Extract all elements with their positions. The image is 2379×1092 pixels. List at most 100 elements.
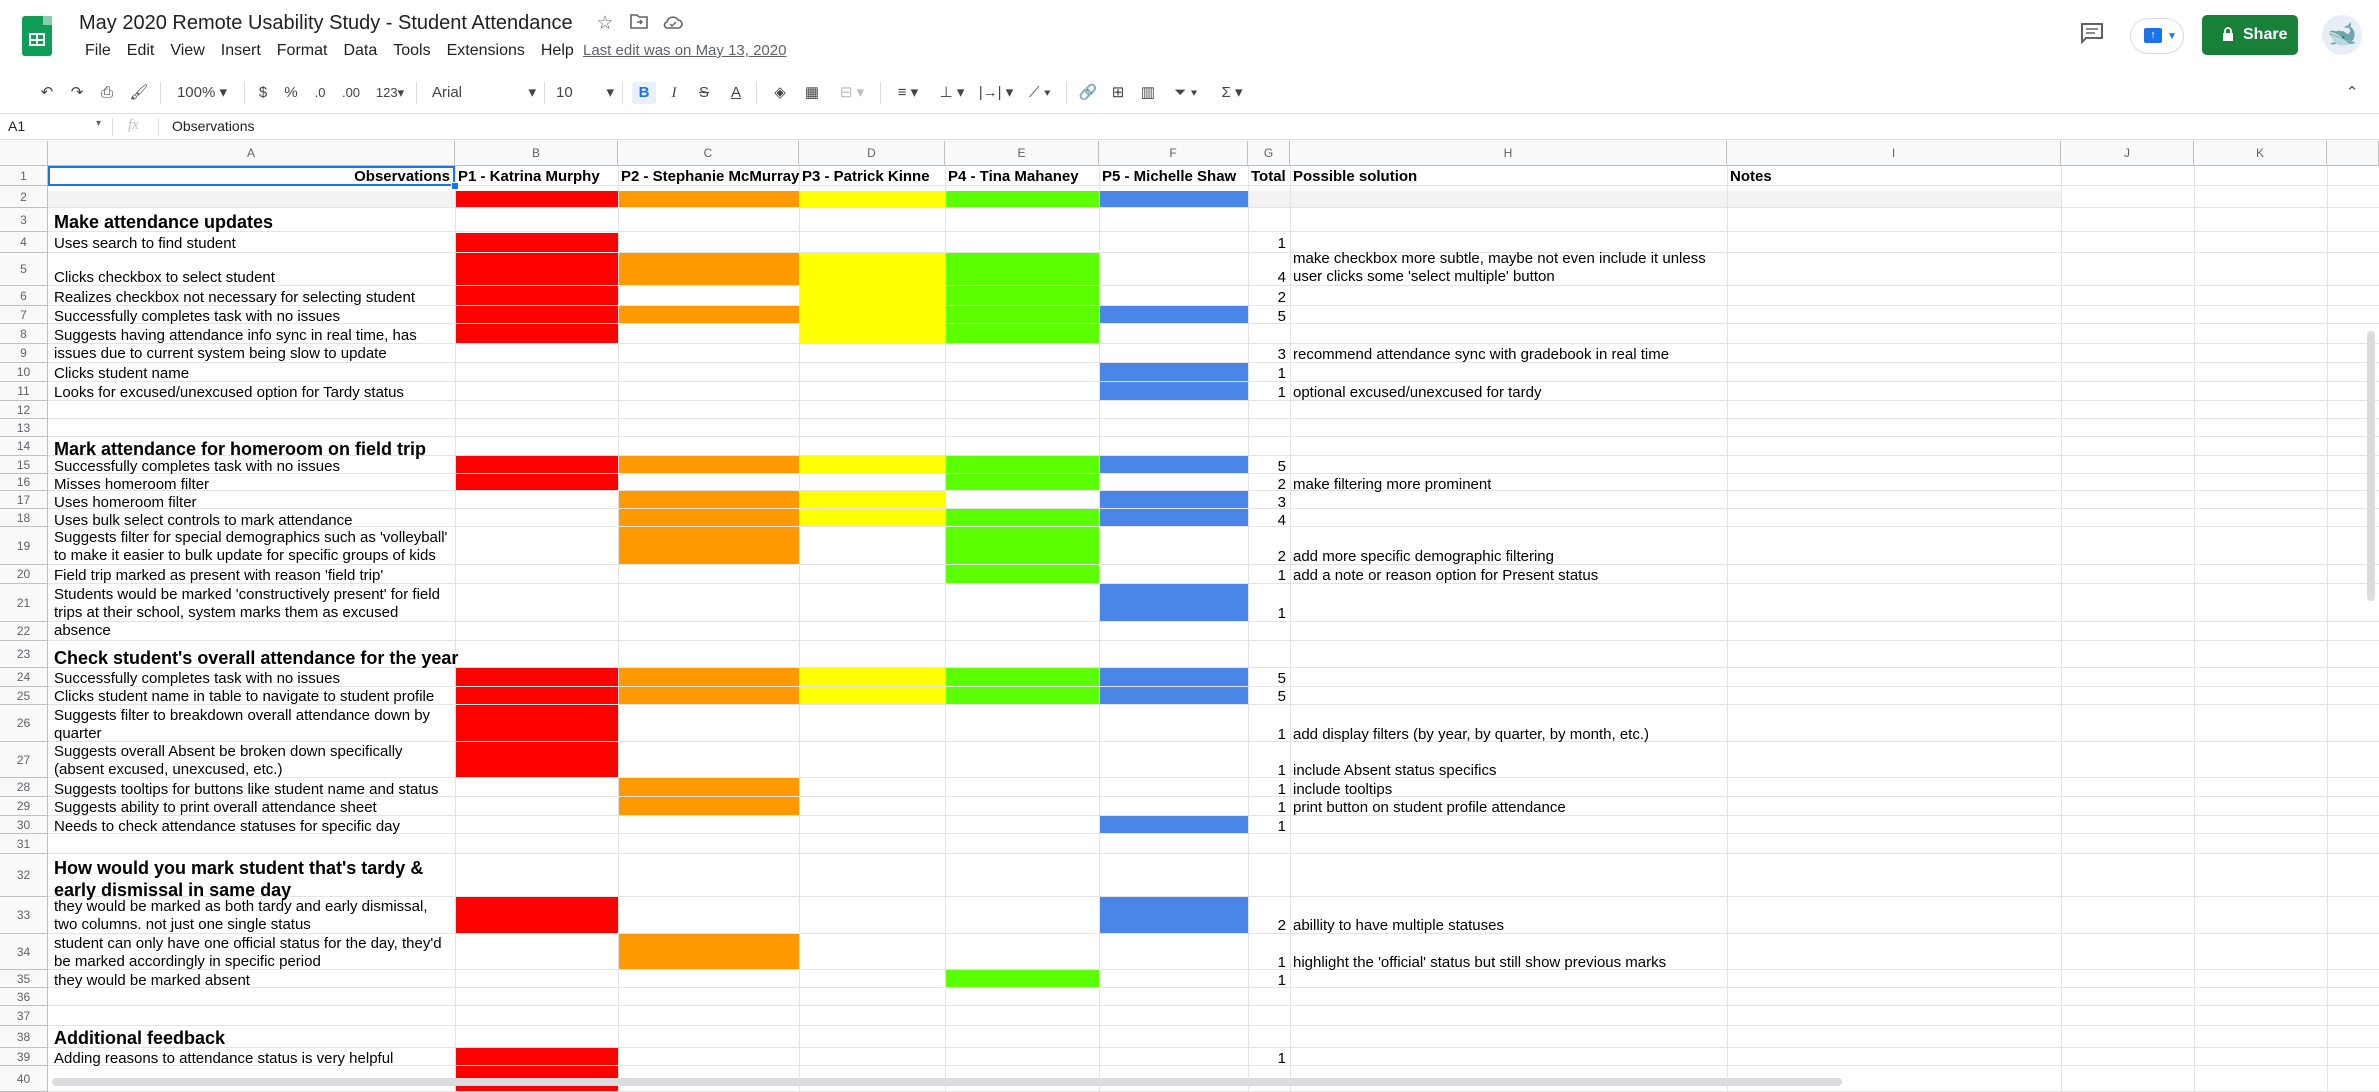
row-header-20[interactable]: 20 xyxy=(0,565,48,584)
row-header-13[interactable]: 13 xyxy=(0,419,48,437)
observation-cell[interactable]: Suggests tooltips for buttons like stude… xyxy=(54,780,438,799)
section-heading[interactable]: Make attendance updates xyxy=(54,211,273,233)
row-header-26[interactable]: 26 xyxy=(0,705,48,742)
row-header-27[interactable]: 27 xyxy=(0,742,48,778)
total-cell[interactable]: 1 xyxy=(1246,761,1286,780)
total-cell[interactable]: 5 xyxy=(1246,687,1286,706)
row-header-35[interactable]: 35 xyxy=(0,970,48,988)
comment-icon[interactable] xyxy=(2080,22,2104,45)
observation-cell[interactable]: Suggests ability to print overall attend… xyxy=(54,798,377,817)
solution-cell[interactable]: highlight the 'official' status but stil… xyxy=(1293,953,1666,972)
font-size-select[interactable]: 10 ▾ xyxy=(556,82,614,104)
row-header-17[interactable]: 17 xyxy=(0,491,48,509)
solution-cell[interactable]: recommend attendance sync with gradebook… xyxy=(1293,345,1669,364)
row-header-12[interactable]: 12 xyxy=(0,401,48,419)
p1-color-cell[interactable] xyxy=(455,233,618,344)
row-header-40[interactable]: 40 xyxy=(0,1066,48,1092)
vertical-scrollbar[interactable] xyxy=(2367,331,2375,601)
observation-cell[interactable]: Clicks student name in table to navigate… xyxy=(54,687,434,706)
menu-extensions[interactable]: Extensions xyxy=(439,42,533,62)
row-header-31[interactable]: 31 xyxy=(0,834,48,854)
horizontal-scrollbar[interactable] xyxy=(52,1078,1842,1086)
total-cell[interactable]: 1 xyxy=(1246,953,1286,972)
insert-link-icon[interactable]: 🔗 xyxy=(1076,82,1100,104)
increase-decimal-button[interactable]: .00 xyxy=(338,82,364,104)
observation-cell[interactable]: Suggests having attendance info sync in … xyxy=(54,327,454,363)
col-header-h[interactable]: H xyxy=(1290,141,1727,166)
header-p2[interactable]: P2 - Stephanie McMurray xyxy=(621,167,799,186)
observation-cell[interactable]: Successfully completes task with no issu… xyxy=(54,457,340,476)
bold-button[interactable]: B xyxy=(632,82,656,104)
row-header-4[interactable]: 4 xyxy=(0,232,48,253)
total-cell[interactable]: 1 xyxy=(1246,1049,1286,1068)
total-cell[interactable]: 2 xyxy=(1246,475,1286,494)
redo-icon[interactable]: ↷ xyxy=(66,82,88,104)
row-header-1[interactable]: 1 xyxy=(0,166,48,186)
row-header-38[interactable]: 38 xyxy=(0,1026,48,1048)
print-icon[interactable]: ⎙ xyxy=(96,82,118,104)
p2-color-cell[interactable] xyxy=(618,306,799,324)
merge-cells-icon[interactable]: ⊟ ▾ xyxy=(832,82,872,104)
solution-cell[interactable]: make filtering more prominent xyxy=(1293,475,1491,494)
total-cell[interactable]: 4 xyxy=(1246,511,1286,530)
header-p3[interactable]: P3 - Patrick Kinne xyxy=(802,167,930,186)
p1-color-cell[interactable] xyxy=(455,897,618,934)
row-header-11[interactable]: 11 xyxy=(0,382,48,401)
row-header-9[interactable]: 9 xyxy=(0,344,48,363)
undo-icon[interactable]: ↶ xyxy=(36,82,58,104)
move-folder-icon[interactable] xyxy=(628,13,650,35)
observation-cell[interactable]: Looks for excused/unexcused option for T… xyxy=(54,383,404,402)
p2-color-cell[interactable] xyxy=(618,491,799,565)
col-header-i[interactable]: I xyxy=(1727,141,2061,166)
p3-color-cell[interactable] xyxy=(799,253,945,344)
row-header-18[interactable]: 18 xyxy=(0,509,48,527)
solution-cell[interactable]: print button on student profile attendan… xyxy=(1293,798,1566,817)
horizontal-align-icon[interactable]: ≡ ▾ xyxy=(890,82,926,104)
observation-cell[interactable]: student can only have one official statu… xyxy=(54,935,454,971)
total-cell[interactable]: 4 xyxy=(1246,268,1286,287)
col-header-f[interactable]: F xyxy=(1099,141,1248,166)
observation-cell[interactable]: Uses search to find student xyxy=(54,234,236,253)
total-cell[interactable]: 3 xyxy=(1246,345,1286,364)
insert-chart-icon[interactable]: ▥ xyxy=(1136,82,1160,104)
row-header-32[interactable]: 32 xyxy=(0,854,48,897)
solution-cell[interactable]: include Absent status specifics xyxy=(1293,761,1496,780)
total-cell[interactable]: 1 xyxy=(1246,817,1286,836)
col-header-b[interactable]: B xyxy=(455,141,618,166)
avatar[interactable]: 🐋 xyxy=(2322,15,2362,55)
row-header-14[interactable]: 14 xyxy=(0,437,48,456)
p5-color-cell[interactable] xyxy=(1099,306,1248,324)
col-header-a[interactable]: A xyxy=(48,141,455,166)
p3-color-cell[interactable] xyxy=(799,491,945,527)
percent-button[interactable]: % xyxy=(282,82,300,104)
observation-cell[interactable]: Realizes checkbox not necessary for sele… xyxy=(54,288,415,307)
p5-color-cell[interactable] xyxy=(1099,491,1248,527)
observation-cell[interactable]: Successfully completes task with no issu… xyxy=(54,669,340,688)
p2-color-cell[interactable] xyxy=(618,934,799,970)
sheets-logo-icon[interactable] xyxy=(22,16,52,56)
header-p1[interactable]: P1 - Katrina Murphy xyxy=(458,167,600,186)
row-header-39[interactable]: 39 xyxy=(0,1048,48,1066)
p3-color-cell[interactable] xyxy=(799,456,945,474)
solution-cell[interactable]: abillity to have multiple statuses xyxy=(1293,916,1504,935)
text-color-button[interactable]: A xyxy=(724,82,748,104)
chevron-down-icon[interactable]: ▾ xyxy=(96,118,101,129)
menu-help[interactable]: Help xyxy=(533,42,582,62)
observation-cell[interactable]: Field trip marked as present with reason… xyxy=(54,566,383,585)
total-cell[interactable]: 1 xyxy=(1246,566,1286,585)
col-header-g[interactable]: G xyxy=(1248,141,1290,166)
p4-color-cell[interactable] xyxy=(945,253,1099,344)
col-header-j[interactable]: J xyxy=(2061,141,2194,166)
row-header-2[interactable]: 2 xyxy=(0,186,48,208)
solution-cell[interactable]: make checkbox more subtle, maybe not eve… xyxy=(1293,250,1723,286)
document-title[interactable]: May 2020 Remote Usability Study - Studen… xyxy=(79,12,573,35)
row-header-7[interactable]: 7 xyxy=(0,306,48,324)
p3-color-cell[interactable] xyxy=(799,191,945,208)
row-header-6[interactable]: 6 xyxy=(0,286,48,306)
text-wrap-icon[interactable]: |→| ▾ xyxy=(978,82,1014,104)
section-heading[interactable]: Additional feedback xyxy=(54,1027,225,1049)
p5-color-cell[interactable] xyxy=(1099,897,1248,934)
row-header-37[interactable]: 37 xyxy=(0,1006,48,1026)
col-header-c[interactable]: C xyxy=(618,141,799,166)
p1-color-cell[interactable] xyxy=(455,191,618,208)
